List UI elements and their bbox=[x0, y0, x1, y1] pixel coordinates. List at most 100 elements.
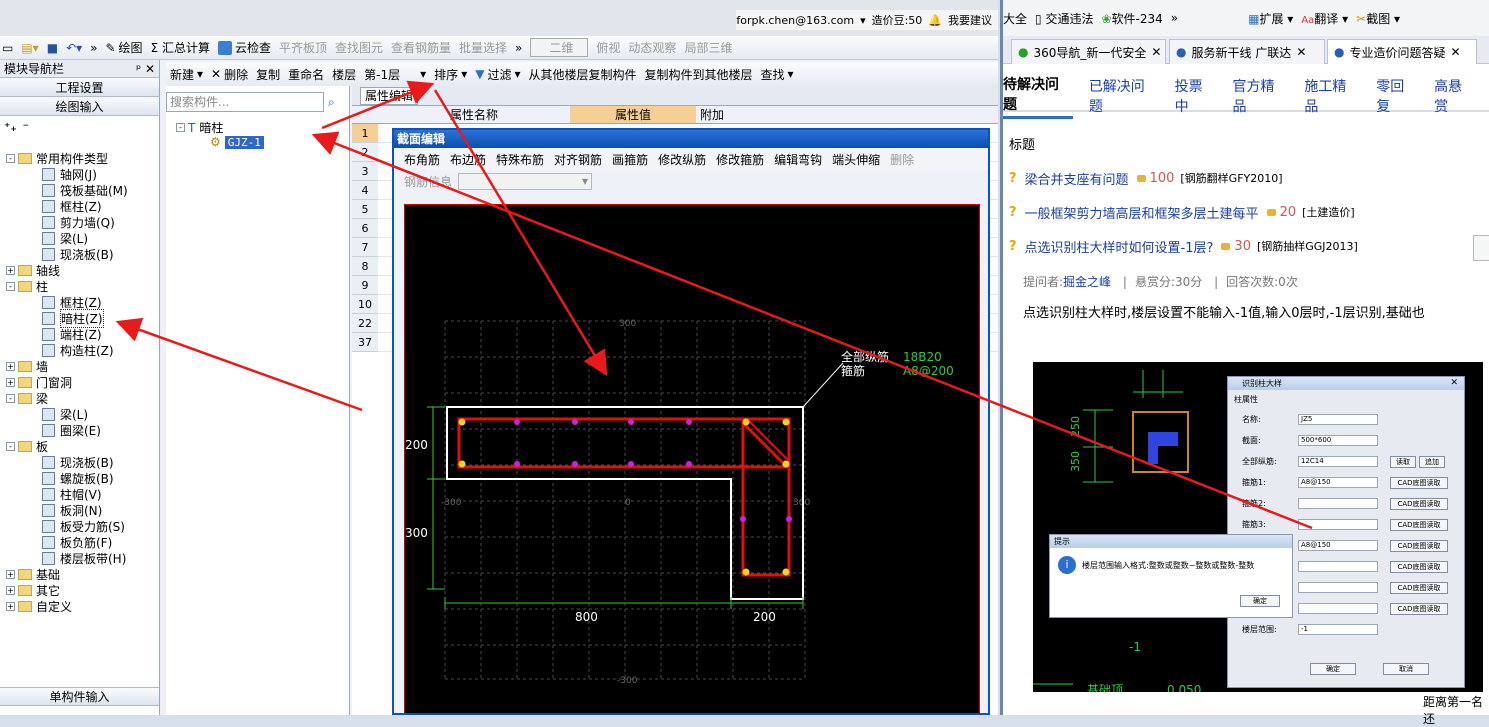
special-rebar-button[interactable]: 特殊布筋 bbox=[496, 151, 544, 168]
tree-item[interactable]: -柱 bbox=[0, 278, 158, 294]
bookmark-daquan[interactable]: 大全 bbox=[1003, 10, 1027, 27]
2d-dropdown[interactable]: 二维 bbox=[530, 38, 589, 57]
delete-button[interactable]: ✕ 删除 bbox=[211, 66, 248, 83]
dynamic-view-button[interactable]: 动态观察 bbox=[628, 39, 676, 56]
side-button[interactable] bbox=[1473, 235, 1489, 261]
tree-item[interactable]: 圈梁(E) bbox=[0, 422, 158, 438]
tip-ok-button[interactable]: 确定 bbox=[1240, 595, 1280, 607]
tree-item[interactable]: 柱帽(V) bbox=[0, 486, 158, 502]
field-input[interactable]: -1 bbox=[1298, 624, 1378, 635]
cloud-check-button[interactable]: 云检查 bbox=[217, 39, 271, 56]
cad-read-button[interactable]: CAD底图读取 bbox=[1390, 518, 1448, 531]
tab-voting[interactable]: 投票中 bbox=[1175, 76, 1217, 116]
draw-button[interactable]: ✎ 绘图 bbox=[105, 39, 142, 56]
field-input[interactable]: A8@150 bbox=[1298, 477, 1378, 488]
extension-button[interactable]: ▦扩展 ▾ bbox=[1248, 10, 1293, 27]
copy-from-floor-button[interactable]: 从其他楼层复制构件 bbox=[529, 66, 637, 83]
tree-item[interactable]: 构造柱(Z) bbox=[0, 342, 158, 358]
cad-read-button[interactable]: CAD底图读取 bbox=[1390, 497, 1448, 510]
cad-read-button[interactable]: CAD底图读取 bbox=[1390, 476, 1448, 489]
question-item[interactable]: ? 一般框架剪力墙高层和框架多层土建每平 20 [土建造价] bbox=[1009, 202, 1355, 222]
recognize-cancel-button[interactable]: 取消 bbox=[1383, 663, 1429, 675]
new-file-icon[interactable]: ▭ bbox=[2, 41, 13, 55]
expander-icon[interactable]: - bbox=[6, 153, 15, 163]
tree-item[interactable]: 轴网(J) bbox=[0, 166, 158, 182]
tab-service[interactable]: ● 服务新干线 广联达 ✕ bbox=[1169, 39, 1325, 64]
copy-button[interactable]: 复制 bbox=[256, 66, 280, 83]
tree-item[interactable]: 暗柱(Z) bbox=[0, 308, 158, 328]
save-icon[interactable]: ■ bbox=[47, 41, 58, 55]
batch-select-button[interactable]: 批量选择 bbox=[459, 39, 507, 56]
field-input[interactable] bbox=[1298, 603, 1378, 614]
tree-item[interactable]: 梁(L) bbox=[0, 230, 158, 246]
screenshot-button[interactable]: ✂截图 ▾ bbox=[1356, 10, 1400, 27]
find-element-button[interactable]: 查找图元 bbox=[335, 39, 383, 56]
question-item[interactable]: ? 梁合并支座有问题 100 [钢筋翻样GFY2010] bbox=[1009, 168, 1283, 188]
view-rebar-button[interactable]: 查看钢筋量 bbox=[391, 39, 451, 56]
tree-item[interactable]: 板负筋(F) bbox=[0, 534, 158, 550]
field-input[interactable]: 500*600 bbox=[1298, 435, 1378, 446]
cad-read-button[interactable]: CAD底图读取 bbox=[1390, 539, 1448, 552]
expander-icon[interactable]: - bbox=[6, 393, 15, 403]
cad-read-button[interactable]: CAD底图读取 bbox=[1390, 581, 1448, 594]
tree-item[interactable]: + 自定义 bbox=[0, 598, 158, 614]
expand-all-icon[interactable]: ⁺₊ bbox=[4, 120, 17, 134]
search-icon[interactable]: ⌕ bbox=[328, 95, 335, 110]
tree-item[interactable]: + 其它 bbox=[0, 582, 158, 598]
project-settings-button[interactable]: 工程设置 bbox=[0, 78, 159, 97]
bookmark-software[interactable]: ❀软件-234 bbox=[1101, 10, 1162, 27]
sort-button[interactable]: 排序 ▾ bbox=[434, 66, 467, 83]
field-input[interactable]: JZ5 bbox=[1298, 414, 1378, 425]
tree-item[interactable]: + 门窗洞 bbox=[0, 374, 158, 390]
translate-button[interactable]: Aa翻译 ▾ bbox=[1301, 10, 1348, 27]
asker-link[interactable]: 掘金之峰 bbox=[1063, 275, 1111, 289]
tab-no-reply[interactable]: 零回复 bbox=[1376, 76, 1418, 116]
local-3d-button[interactable]: 局部三维 bbox=[684, 39, 732, 56]
account-email[interactable]: forpk.chen@163.com bbox=[736, 14, 854, 27]
tree-item[interactable]: 螺旋板(B) bbox=[0, 470, 158, 486]
tree-item[interactable]: 筏板基础(M) bbox=[0, 182, 158, 198]
filter-button[interactable]: ▼ 过滤 ▾ bbox=[475, 66, 520, 83]
modify-stirrup-button[interactable]: 修改箍筋 bbox=[716, 151, 764, 168]
single-component-input-button[interactable]: 单构件输入 bbox=[0, 687, 159, 706]
modify-long-rebar-button[interactable]: 修改纵筋 bbox=[658, 151, 706, 168]
tree-item[interactable]: 框柱(Z) bbox=[0, 198, 158, 214]
bell-icon[interactable]: 🔔 bbox=[928, 14, 942, 27]
tree-item[interactable]: -板 bbox=[0, 438, 158, 454]
field-input[interactable] bbox=[1298, 582, 1378, 593]
expander-icon[interactable]: + bbox=[6, 585, 15, 595]
end-stretch-button[interactable]: 端头伸缩 bbox=[832, 151, 880, 168]
tab-official[interactable]: 官方精品 bbox=[1233, 76, 1289, 116]
field-input[interactable]: A8@150 bbox=[1298, 540, 1378, 551]
edit-hook-button[interactable]: 编辑弯钩 bbox=[774, 151, 822, 168]
comp-root[interactable]: - T 暗柱 bbox=[176, 119, 223, 136]
tab-solved[interactable]: 已解决问题 bbox=[1089, 76, 1159, 116]
section-canvas[interactable]: 300 -300 -300 0 300 200 300 800 200 全部纵筋… bbox=[404, 204, 980, 714]
question-item[interactable]: ? 点选识别柱大样时如何设置-1层? 30 [钢筋抽样GGJ2013] bbox=[1009, 236, 1358, 256]
attr-tab[interactable]: 属性编辑 bbox=[352, 86, 998, 106]
tree-item[interactable]: 现浇板(B) bbox=[0, 246, 158, 262]
field-input[interactable]: 12C14 bbox=[1298, 456, 1378, 467]
field-input[interactable] bbox=[1298, 519, 1378, 530]
align-rebar-button[interactable]: 对齐钢筋 bbox=[554, 151, 602, 168]
recognize-ok-button[interactable]: 确定 bbox=[1310, 663, 1356, 675]
copy-to-floor-button[interactable]: 复制构件到其他楼层 bbox=[645, 66, 753, 83]
tree-item[interactable]: + 墙 bbox=[0, 358, 158, 374]
new-button[interactable]: 新建 ▾ bbox=[170, 66, 203, 83]
tree-item[interactable]: 梁(L) bbox=[0, 406, 158, 422]
feedback-button[interactable]: 我要建议 bbox=[948, 12, 992, 28]
expander-icon[interactable]: + bbox=[6, 377, 15, 387]
collapse-all-icon[interactable]: ⁻ bbox=[23, 120, 29, 134]
tree-item[interactable]: 板洞(N) bbox=[0, 502, 158, 518]
more-icon[interactable]: » bbox=[90, 41, 97, 55]
draw-stirrup-button[interactable]: 画箍筋 bbox=[612, 151, 648, 168]
tab-qa[interactable]: ● 专业造价问题答疑 ✕ bbox=[1327, 39, 1477, 64]
cad-read-button[interactable]: CAD底图读取 bbox=[1390, 560, 1448, 573]
read-button[interactable]: 读取 bbox=[1390, 455, 1416, 468]
component-search-input[interactable]: 搜索构件... bbox=[166, 92, 324, 112]
corner-rebar-button[interactable]: 布角筋 bbox=[404, 151, 440, 168]
section-drawing[interactable]: 300 -300 -300 0 300 200 300 800 200 全部纵筋… bbox=[405, 205, 981, 715]
delete-rebar-button[interactable]: 删除 bbox=[890, 151, 914, 168]
tree-item[interactable]: 现浇板(B) bbox=[0, 454, 158, 470]
tab-360[interactable]: ● 360导航_新一代安全 ✕ bbox=[1011, 39, 1166, 64]
